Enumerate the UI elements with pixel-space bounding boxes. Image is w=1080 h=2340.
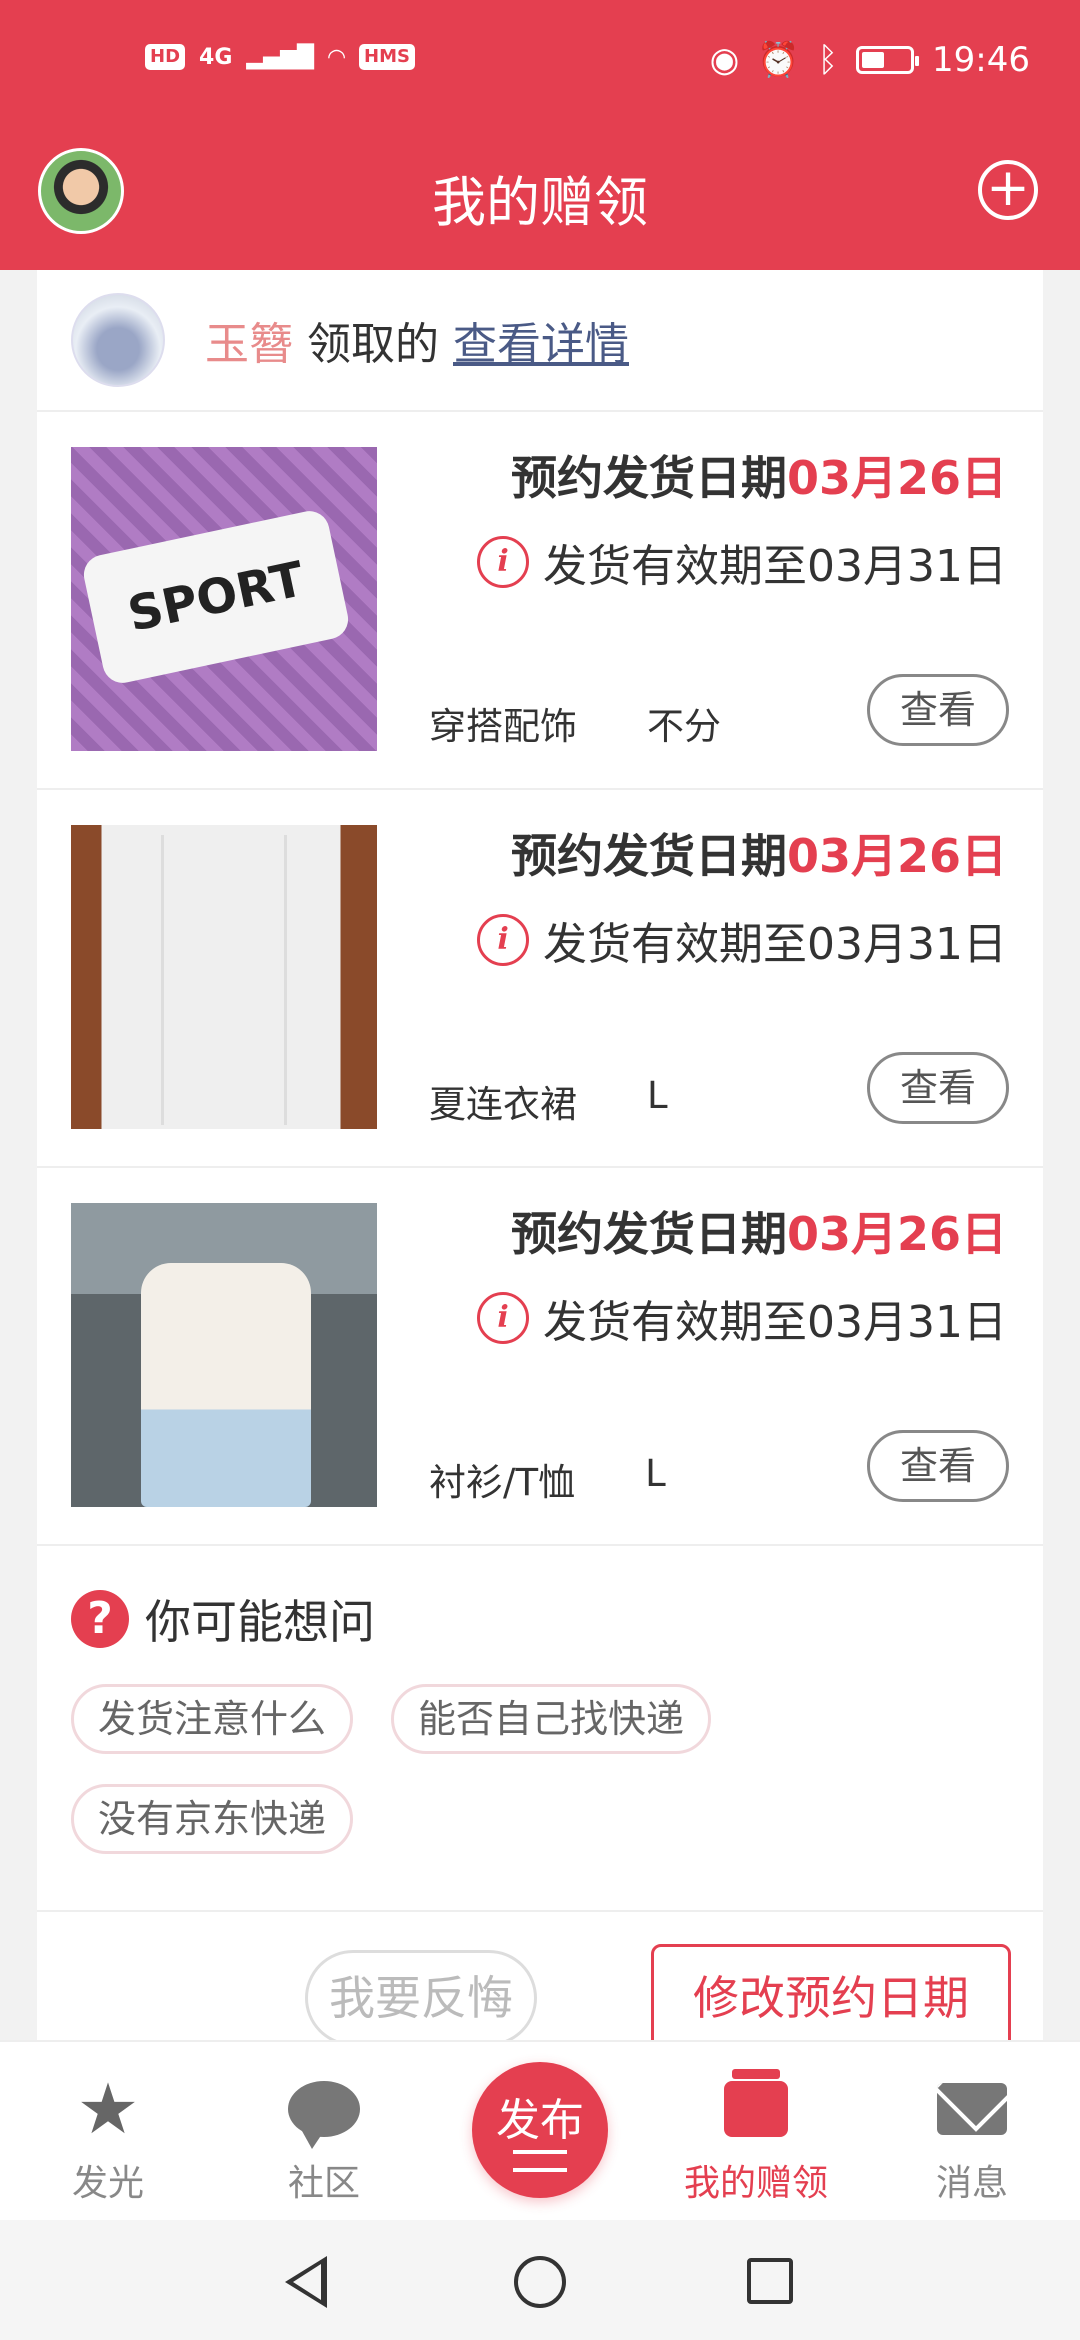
wifi-icon: ◠ — [328, 44, 345, 70]
gift-item[interactable]: 预约发货日期03月26日 i 发货有效期至03月31日 穿搭配饰 不分 查看 — [37, 412, 1043, 790]
modify-date-button[interactable]: 修改预约日期 — [651, 1944, 1011, 2040]
validity-row: i 发货有效期至03月31日 — [477, 1286, 1007, 1350]
faq-chip[interactable]: 能否自己找快递 — [391, 1684, 712, 1754]
bluetooth-icon: ᛒ — [817, 40, 839, 80]
app-header: 我的赠领 + — [0, 130, 1080, 270]
tab-community[interactable]: 社区 — [244, 2072, 404, 2206]
gift-item[interactable]: 预约发货日期03月26日 i 发货有效期至03月31日 衬衫/T恤 L 查看 — [37, 1168, 1043, 1546]
ship-date-value: 03月26日 — [786, 829, 1007, 883]
item-size: L — [645, 1452, 666, 1495]
plus-circle-icon: + — [986, 158, 1030, 218]
tab-my-gifts[interactable]: 我的赠领 — [676, 2069, 836, 2206]
info-icon: i — [477, 1292, 530, 1344]
system-nav-bar — [0, 2220, 1080, 2340]
publish-label: 发布 — [496, 2095, 584, 2146]
network-indicators: HD 4G ▂▄▆█ ◠ HMS — [145, 44, 415, 70]
faq-chip[interactable]: 没有京东快递 — [71, 1784, 354, 1854]
view-button[interactable]: 查看 — [867, 1430, 1009, 1502]
mail-icon — [937, 2083, 1007, 2135]
item-thumbnail[interactable] — [71, 447, 377, 751]
ship-date: 预约发货日期03月26日 — [511, 442, 1007, 508]
hd-badge: HD — [145, 44, 186, 70]
ship-date: 预约发货日期03月26日 — [511, 1198, 1007, 1264]
faq-chip[interactable]: 发货注意什么 — [71, 1684, 354, 1754]
eye-icon: ◉ — [709, 40, 740, 80]
item-category: 穿搭配饰 — [429, 705, 577, 748]
item-category: 衬衫/T恤 — [429, 1461, 576, 1504]
menu-lines-icon — [513, 2150, 567, 2172]
ship-date: 预约发货日期03月26日 — [511, 820, 1007, 886]
ship-date-value: 03月26日 — [786, 1207, 1007, 1261]
ship-date-label: 预约发货日期 — [510, 451, 787, 505]
receiver-avatar[interactable] — [71, 293, 165, 387]
ship-date-label: 预约发货日期 — [510, 829, 787, 883]
ship-date-value: 03月26日 — [786, 451, 1007, 505]
hms-badge: HMS — [359, 44, 415, 70]
receiver-name[interactable]: 玉簪 — [205, 308, 293, 372]
signal-icon: ▂▄▆█ — [246, 44, 315, 70]
network-type: 4G — [199, 44, 233, 70]
validity-text: 发货有效期至03月31日 — [543, 541, 1007, 592]
item-thumbnail[interactable] — [71, 825, 377, 1129]
tab-label: 发光 — [71, 2163, 144, 2204]
alarm-icon: ⏰ — [757, 40, 800, 80]
item-size: 不分 — [647, 705, 721, 748]
battery-icon — [856, 46, 920, 74]
tab-label: 社区 — [287, 2163, 360, 2204]
back-icon[interactable] — [285, 2256, 327, 2308]
main-content: 玉簪 领取的 查看详情 预约发货日期03月26日 i 发货有效期至03月31日 … — [37, 270, 1043, 2040]
publish-button[interactable]: 发布 — [472, 2062, 608, 2198]
item-tags: 夏连衣裙 L — [429, 1074, 668, 1128]
gift-item[interactable]: 预约发货日期03月26日 i 发货有效期至03月31日 夏连衣裙 L 查看 — [37, 790, 1043, 1168]
view-button[interactable]: 查看 — [867, 674, 1009, 746]
tab-label: 我的赠领 — [683, 2163, 828, 2204]
status-bar: HD 4G ▂▄▆█ ◠ HMS ◉ ⏰ ᛒ 19:46 — [0, 0, 1080, 130]
receiver-text: 领取的 — [307, 319, 439, 370]
view-button[interactable]: 查看 — [867, 1052, 1009, 1124]
item-tags: 衬衫/T恤 L — [429, 1452, 666, 1506]
item-thumbnail[interactable] — [71, 1203, 377, 1507]
page-title: 我的赠领 — [432, 171, 648, 234]
ship-date-label: 预约发货日期 — [510, 1207, 787, 1261]
validity-row: i 发货有效期至03月31日 — [477, 530, 1007, 594]
action-bar: 我要反悔 修改预约日期 — [37, 1910, 1043, 2040]
item-category: 夏连衣裙 — [429, 1083, 577, 1126]
validity-text: 发货有效期至03月31日 — [543, 1297, 1007, 1348]
star-icon: ★ — [76, 2068, 140, 2150]
faq-title: ? 你可能想问 — [71, 1586, 1009, 1652]
clock: 19:46 — [932, 40, 1030, 80]
home-icon[interactable] — [514, 2256, 566, 2308]
add-button[interactable]: + — [978, 160, 1038, 220]
receiver-row: 玉簪 领取的 查看详情 — [37, 270, 1043, 412]
validity-row: i 发货有效期至03月31日 — [477, 908, 1007, 972]
item-size: L — [647, 1074, 668, 1117]
tab-label: 消息 — [935, 2163, 1008, 2204]
chat-bubble-icon — [288, 2081, 360, 2149]
info-icon: i — [477, 914, 530, 966]
tab-messages[interactable]: 消息 — [892, 2072, 1052, 2206]
faq-chips: 发货注意什么 能否自己找快递 没有京东快递 — [71, 1684, 791, 1854]
item-tags: 穿搭配饰 不分 — [429, 696, 721, 750]
info-icon: i — [477, 536, 530, 588]
system-indicators: ◉ ⏰ ᛒ 19:46 — [710, 40, 1030, 80]
faq-title-text: 你可能想问 — [145, 1595, 375, 1649]
tab-glow[interactable]: ★ 发光 — [28, 2072, 188, 2206]
validity-text: 发货有效期至03月31日 — [543, 919, 1007, 970]
regret-button[interactable]: 我要反悔 — [305, 1950, 537, 2040]
view-details-link[interactable]: 查看详情 — [453, 308, 629, 372]
faq-section: ? 你可能想问 发货注意什么 能否自己找快递 没有京东快递 — [37, 1546, 1043, 1912]
recent-apps-icon[interactable] — [747, 2258, 793, 2304]
gift-box-icon — [724, 2069, 788, 2137]
question-icon: ? — [71, 1590, 129, 1648]
